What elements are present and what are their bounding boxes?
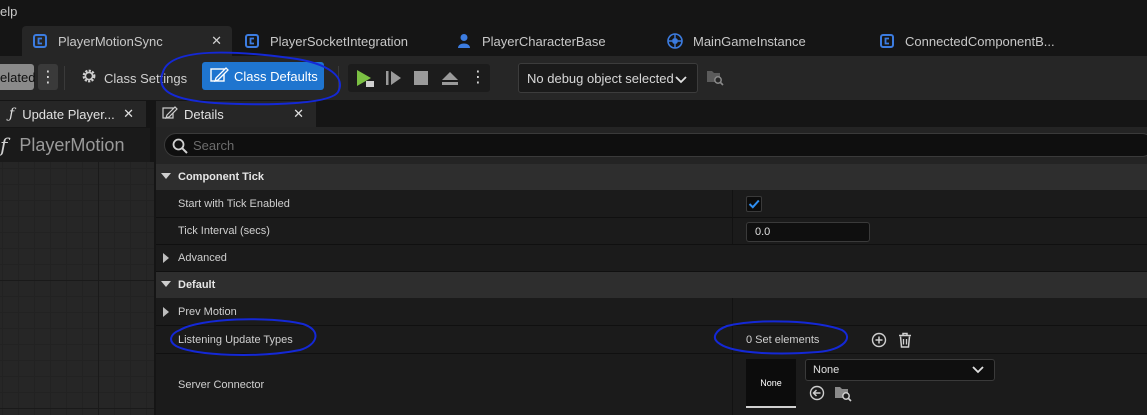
tab-label: PlayerMotionSync xyxy=(58,33,163,49)
tab-update-player-function[interactable]: ƒ Update Player... ✕ xyxy=(0,101,146,127)
browse-asset-icon[interactable] xyxy=(834,384,852,402)
details-icon xyxy=(162,105,178,123)
game-instance-icon xyxy=(667,33,683,49)
collapse-arrow-icon xyxy=(161,281,171,287)
blueprint-class-icon xyxy=(879,33,895,49)
property-label: Server Connector xyxy=(178,378,265,391)
details-search-input[interactable]: Search xyxy=(164,133,1147,157)
property-row-advanced[interactable]: Advanced xyxy=(156,245,1147,272)
debug-object-value: No debug object selected xyxy=(527,70,674,86)
category-default[interactable]: Default xyxy=(156,272,1147,298)
tab-player-motion-sync[interactable]: PlayerMotionSync ✕ xyxy=(22,26,232,56)
class-settings-label: Class Settings xyxy=(104,70,188,86)
class-settings-button[interactable]: Class Settings xyxy=(80,65,187,91)
chevron-down-icon xyxy=(675,73,687,88)
help-menu[interactable]: elp xyxy=(0,4,17,19)
close-icon[interactable]: ✕ xyxy=(123,106,134,122)
gear-icon xyxy=(80,67,98,90)
tab-details[interactable]: Details ✕ xyxy=(156,101,316,127)
property-row-tick-interval: Tick Interval (secs) 0.0 xyxy=(156,218,1147,245)
trash-icon[interactable] xyxy=(896,331,914,349)
start-with-tick-checkbox[interactable] xyxy=(746,196,762,212)
set-elements-count: 0 Set elements xyxy=(746,333,820,346)
tab-label: PlayerCharacterBase xyxy=(482,33,606,49)
category-component-tick[interactable]: Component Tick xyxy=(156,164,1147,190)
tab-label: ConnectedComponentB... xyxy=(905,33,1055,49)
graph-canvas[interactable] xyxy=(0,162,154,415)
property-label: Start with Tick Enabled xyxy=(178,197,290,210)
toolbar-divider xyxy=(64,66,65,90)
use-selected-asset-icon[interactable] xyxy=(808,384,826,402)
function-icon: ƒ xyxy=(9,106,15,122)
tab-label: MainGameInstance xyxy=(693,33,806,49)
browse-debug-object-icon[interactable] xyxy=(706,68,724,91)
column-divider xyxy=(732,298,733,325)
play-options-menu-icon[interactable]: ⋮ xyxy=(470,67,486,86)
server-connector-value: None xyxy=(813,364,840,376)
property-label: Listening Update Types xyxy=(178,333,293,346)
tab-player-character-base[interactable]: PlayerCharacterBase xyxy=(456,26,606,56)
blueprint-class-icon xyxy=(32,33,48,49)
property-label: Advanced xyxy=(178,252,227,264)
edit-defaults-icon xyxy=(210,66,230,86)
tab-connected-component[interactable]: ConnectedComponentB... xyxy=(879,26,1055,56)
blueprint-class-icon xyxy=(244,33,260,49)
column-divider xyxy=(732,354,733,415)
column-divider xyxy=(732,218,733,244)
column-divider xyxy=(732,326,733,353)
server-connector-select[interactable]: None xyxy=(805,359,995,381)
graph-title: ƒ PlayerMotion xyxy=(0,128,150,162)
left-tab-label: Update Player... xyxy=(22,106,115,122)
add-element-icon[interactable] xyxy=(870,331,888,349)
step-icon[interactable] xyxy=(384,69,404,87)
compile-status-button[interactable]: elated xyxy=(0,64,36,90)
blueprint-toolbar: elated ⋮ Class Settings Class Defaults ⋮… xyxy=(0,56,1147,100)
column-divider xyxy=(732,190,733,217)
class-defaults-label: Class Defaults xyxy=(234,68,318,84)
collapse-arrow-icon xyxy=(161,173,171,179)
property-label: Prev Motion xyxy=(178,305,237,318)
chevron-down-icon xyxy=(972,365,984,378)
character-icon xyxy=(456,33,472,49)
category-label: Component Tick xyxy=(178,171,264,183)
tab-main-game-instance[interactable]: MainGameInstance xyxy=(667,26,806,56)
tab-player-socket-integration[interactable]: PlayerSocketIntegration xyxy=(244,26,408,56)
property-row-listening-update-types: Listening Update Types 0 Set elements xyxy=(156,326,1147,354)
expand-arrow-icon xyxy=(163,253,169,263)
category-label: Default xyxy=(178,279,216,291)
close-icon[interactable]: ✕ xyxy=(293,106,304,122)
debug-object-select[interactable]: No debug object selected xyxy=(518,63,698,93)
compile-options-menu-icon[interactable]: ⋮ xyxy=(38,64,58,90)
property-label: Tick Interval (secs) xyxy=(178,225,270,237)
graph-title-label: PlayerMotion xyxy=(19,134,125,155)
search-icon xyxy=(172,138,188,157)
stop-icon[interactable] xyxy=(412,69,432,87)
asset-thumbnail[interactable]: None xyxy=(746,359,796,408)
tick-interval-input[interactable]: 0.0 xyxy=(746,222,870,242)
property-row-server-connector: Server Connector None None xyxy=(156,354,1147,415)
function-icon: ƒ xyxy=(0,133,8,157)
play-controls: ⋮ xyxy=(348,64,490,92)
document-tab-bar: PlayerMotionSync ✕ PlayerSocketIntegrati… xyxy=(0,24,1147,56)
expand-arrow-icon xyxy=(163,306,169,317)
play-icon[interactable] xyxy=(354,69,374,87)
property-row-start-with-tick: Start with Tick Enabled xyxy=(156,190,1147,218)
tab-label: PlayerSocketIntegration xyxy=(270,33,409,49)
close-icon[interactable]: ✕ xyxy=(211,33,222,49)
details-tab-label: Details xyxy=(184,106,224,122)
property-row-prev-motion[interactable]: Prev Motion xyxy=(156,298,1147,326)
search-placeholder: Search xyxy=(193,137,235,153)
eject-icon[interactable] xyxy=(440,69,460,87)
menu-bar: elp xyxy=(0,0,1147,24)
class-defaults-button[interactable]: Class Defaults xyxy=(202,62,324,90)
toolbar-divider xyxy=(338,66,339,90)
compile-status-label: elated xyxy=(0,69,36,85)
